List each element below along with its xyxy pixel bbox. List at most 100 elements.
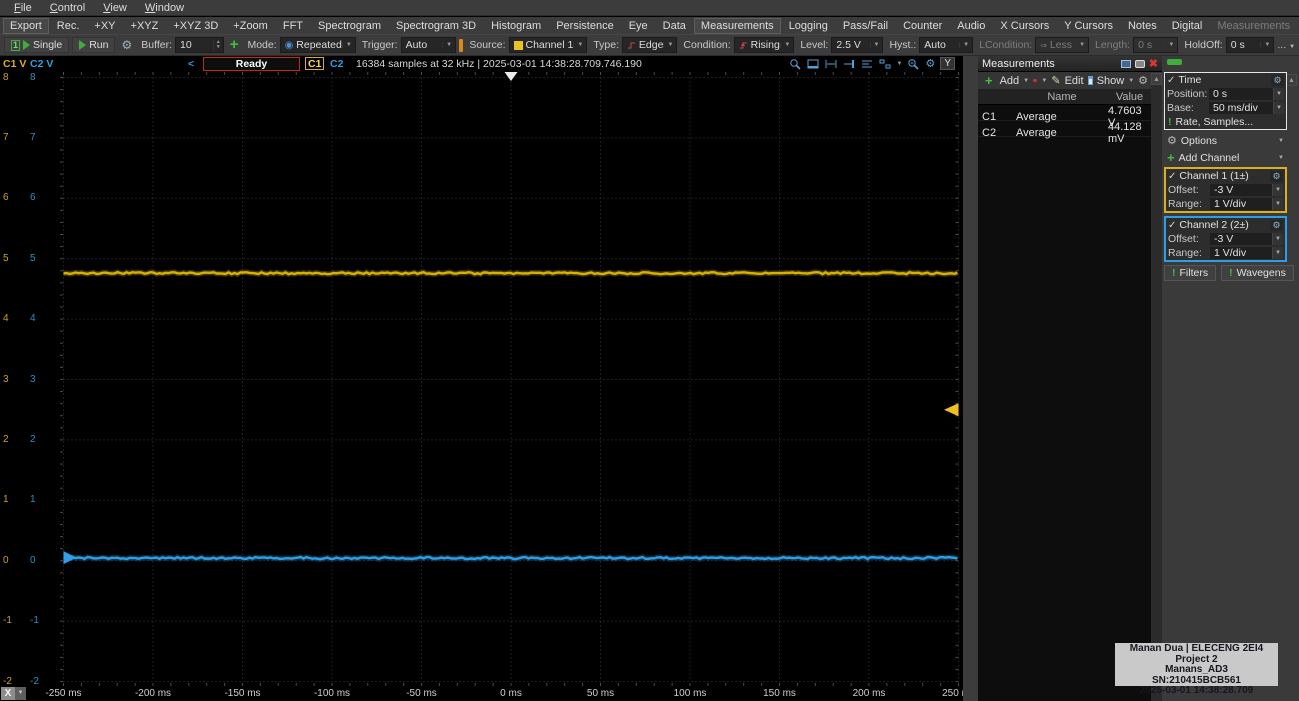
view-button-spectrogram[interactable]: Spectrogram <box>311 18 388 34</box>
trigger-level-marker[interactable] <box>944 403 959 417</box>
view-button-audio[interactable]: Audio <box>950 18 992 34</box>
c1-status-badge[interactable]: C1 <box>305 57 325 70</box>
base-field[interactable]: 50 ms/div <box>1209 102 1273 114</box>
view-button-persistence[interactable]: Persistence <box>549 18 620 34</box>
menu-control[interactable]: Control <box>42 2 93 14</box>
measurements-title-bar[interactable]: Measurements ✖ <box>978 56 1162 72</box>
fit-all-icon[interactable] <box>861 58 874 70</box>
run-button[interactable]: Run <box>72 37 116 53</box>
view-button--xyz-3d[interactable]: +XYZ 3D <box>166 18 225 34</box>
channel2-offset-field[interactable]: -3 V <box>1210 233 1272 245</box>
position-field[interactable]: 0 s <box>1209 88 1273 100</box>
view-button--xy[interactable]: +XY <box>87 18 122 34</box>
holdoff-combo[interactable]: 0 s ▼ <box>1225 37 1275 53</box>
scan-gear-icon[interactable]: ⚙ <box>118 38 135 52</box>
close-icon[interactable]: ✖ <box>1149 57 1158 70</box>
fit-width-icon[interactable] <box>825 58 838 70</box>
options-button[interactable]: ⚙ Options ▼ <box>1164 133 1287 148</box>
fit-right-icon[interactable] <box>843 58 856 70</box>
scroll-up-icon[interactable]: ▲ <box>1151 73 1162 85</box>
channel1-range-field[interactable]: 1 V/div <box>1210 198 1272 210</box>
trigger-dropdown[interactable]: Auto ▼ <box>400 37 457 53</box>
toolbar-overflow-button[interactable]: ... ▼ <box>1277 39 1295 51</box>
view-button-eye[interactable]: Eye <box>622 18 655 34</box>
wavegens-button[interactable]: ! Wavegens <box>1221 265 1294 281</box>
column-header[interactable]: Value <box>1108 91 1151 103</box>
edit-measurement-button[interactable]: Edit <box>1065 75 1084 87</box>
view-button-counter[interactable]: Counter <box>896 18 949 34</box>
plot-area[interactable] <box>60 72 963 686</box>
channel1-enabled-checkbox[interactable]: ✓ <box>1168 171 1176 182</box>
view-button--xyz[interactable]: +XYZ <box>124 18 166 34</box>
view-button-logging[interactable]: Logging <box>782 18 835 34</box>
add-channel-caret-icon[interactable]: ▼ <box>1278 155 1284 161</box>
oscilloscope-plot[interactable] <box>60 72 963 686</box>
config-scroll-up-icon[interactable]: ▲ <box>1286 74 1297 86</box>
measurements-scrollbar[interactable]: ▲ <box>1151 73 1162 701</box>
grid-zoom-icon[interactable] <box>879 58 892 70</box>
buffer-spinner[interactable]: ▲ ▼ <box>212 40 223 50</box>
position-caret-icon[interactable]: ▼ <box>1273 88 1284 100</box>
magnify-region-icon[interactable] <box>907 58 920 70</box>
options-caret-icon[interactable]: ▼ <box>1278 138 1284 144</box>
remove-caret-icon[interactable]: ▼ <box>1041 78 1047 84</box>
channel1-offset-caret-icon[interactable]: ▼ <box>1272 184 1283 196</box>
view-button-export[interactable]: Export <box>3 17 49 34</box>
channel1-offset-field[interactable]: -3 V <box>1210 184 1272 196</box>
menu-window[interactable]: Window <box>137 2 192 14</box>
add-acquisition-button[interactable]: + <box>227 37 242 52</box>
y-axis-button[interactable]: Y <box>940 57 955 70</box>
plot-settings-gear-icon[interactable]: ⚙ <box>925 57 935 70</box>
add-channel-button[interactable]: + Add Channel ▼ <box>1164 150 1287 165</box>
collapse-left-icon[interactable]: < <box>188 58 194 70</box>
float-window-icon[interactable] <box>1120 59 1131 68</box>
view-button-data[interactable]: Data <box>656 18 693 34</box>
channel2-range-caret-icon[interactable]: ▼ <box>1272 247 1283 259</box>
time-enabled-checkbox[interactable]: ✓ <box>1167 75 1175 86</box>
view-button-pass-fail[interactable]: Pass/Fail <box>836 18 895 34</box>
channel2-offset-marker[interactable] <box>63 551 77 565</box>
c2-status-badge[interactable]: C2 <box>330 58 343 70</box>
base-caret-icon[interactable]: ▼ <box>1273 102 1284 114</box>
trigger-position-marker[interactable] <box>504 72 518 81</box>
source-dropdown[interactable]: Channel 1 ▼ <box>508 37 588 53</box>
column-header[interactable]: Name <box>1016 91 1108 103</box>
view-button-histogram[interactable]: Histogram <box>484 18 548 34</box>
add-measurement-button[interactable]: Add <box>1000 75 1020 87</box>
menu-view[interactable]: View <box>95 2 135 14</box>
view-button-digital[interactable]: Digital <box>1165 18 1210 34</box>
panel-splitter[interactable] <box>963 56 978 701</box>
channel2-range-field[interactable]: 1 V/div <box>1210 247 1272 259</box>
zoom-menu-caret-icon[interactable]: ▼ <box>897 61 903 67</box>
c1-axis-unit-button[interactable]: C1 V <box>3 58 26 70</box>
channel2-settings-gear-icon[interactable]: ⚙ <box>1270 219 1283 231</box>
channel1-settings-gear-icon[interactable]: ⚙ <box>1270 170 1283 182</box>
c2-axis-unit-button[interactable]: C2 V <box>30 58 53 70</box>
channel1-range-caret-icon[interactable]: ▼ <box>1272 198 1283 210</box>
rate-samples-button[interactable]: ! Rate, Samples... <box>1165 115 1286 129</box>
channel2-offset-caret-icon[interactable]: ▼ <box>1272 233 1283 245</box>
view-button--zoom[interactable]: +Zoom <box>226 18 275 34</box>
view-button-y-cursors[interactable]: Y Cursors <box>1057 18 1120 34</box>
view-button-spectrogram-3d[interactable]: Spectrogram 3D <box>389 18 483 34</box>
add-measurement-icon[interactable]: + <box>982 74 996 87</box>
view-button-measurements[interactable]: Measurements <box>693 17 781 34</box>
menu-file[interactable]: File <box>6 2 40 14</box>
view-button-fft[interactable]: FFT <box>276 18 310 34</box>
x-axis-button[interactable]: X <box>1 687 15 700</box>
measurements-gear-icon[interactable]: ⚙ <box>1138 74 1148 87</box>
show-button[interactable]: Show <box>1097 75 1125 87</box>
zoom-bottom-icon[interactable] <box>807 58 820 70</box>
level-combo[interactable]: 2.5 V ▼ <box>831 37 884 53</box>
add-caret-icon[interactable]: ▼ <box>1023 78 1029 84</box>
filters-button[interactable]: ! Filters <box>1164 265 1217 281</box>
show-caret-icon[interactable]: ▼ <box>1128 78 1134 84</box>
hysteresis-combo[interactable]: Auto ▼ <box>919 37 974 53</box>
view-button-x-cursors[interactable]: X Cursors <box>993 18 1056 34</box>
buffer-input[interactable]: 10 ▲ ▼ <box>175 37 224 53</box>
measurement-row[interactable]: C1 Average 4.7603 V <box>978 105 1151 129</box>
type-dropdown[interactable]: Edge ▼ <box>622 37 678 53</box>
view-button-notes[interactable]: Notes <box>1121 18 1164 34</box>
time-settings-gear-icon[interactable]: ⚙ <box>1271 74 1284 86</box>
x-axis-caret-icon[interactable]: ▼ <box>15 687 26 700</box>
